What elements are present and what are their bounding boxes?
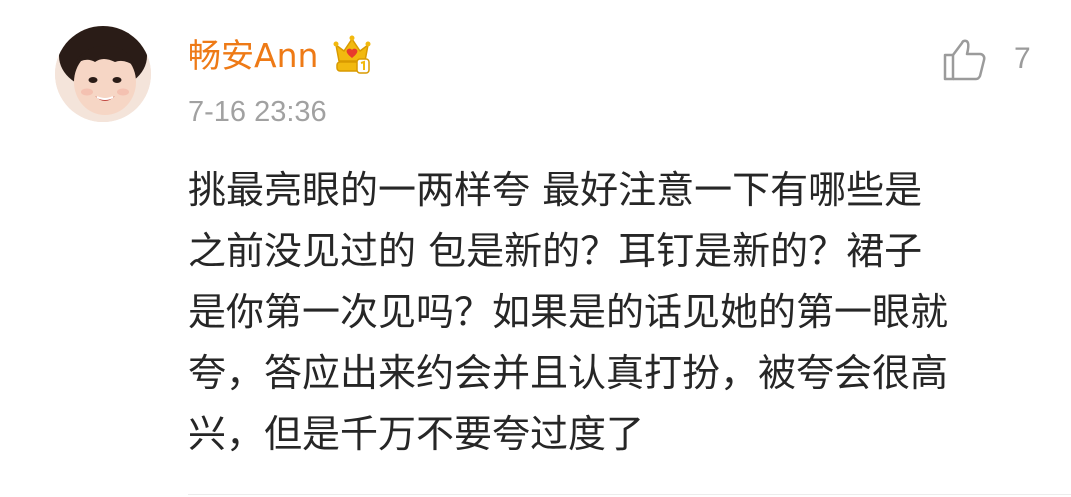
username-row: 畅安Ann: [188, 30, 374, 80]
comment-body-line: 挑最亮眼的一两样夸 最好注意一下有哪些是: [188, 168, 923, 212]
comment-body-line: 夸，答应出来约会并且认真打扮，被夸会很高: [188, 351, 949, 395]
divider: [188, 494, 1071, 495]
like-button[interactable]: 7: [940, 34, 1031, 84]
comment-body-line: 兴，但是千万不要夸过度了: [188, 412, 645, 456]
avatar[interactable]: [55, 26, 151, 122]
comment-timestamp: 7-16 23:36: [188, 96, 327, 128]
avatar-image: [55, 26, 151, 122]
vip-crown-icon[interactable]: [330, 33, 374, 77]
comment-body-line: 之前没见过的 包是新的？耳钉是新的？裙子: [188, 229, 923, 273]
like-count: 7: [1014, 42, 1031, 75]
comment-body: 挑最亮眼的一两样夸 最好注意一下有哪些是 之前没见过的 包是新的？耳钉是新的？裙…: [188, 160, 1038, 465]
username[interactable]: 畅安Ann: [188, 39, 318, 72]
thumbs-up-icon[interactable]: [940, 35, 988, 83]
comment-item: 畅安Ann 7-16 23:36 7 挑最亮眼的一两样夸 最好注意一下有哪些是 …: [0, 0, 1071, 497]
comment-body-line: 是你第一次见吗？如果是的话见她的第一眼就: [188, 290, 949, 334]
